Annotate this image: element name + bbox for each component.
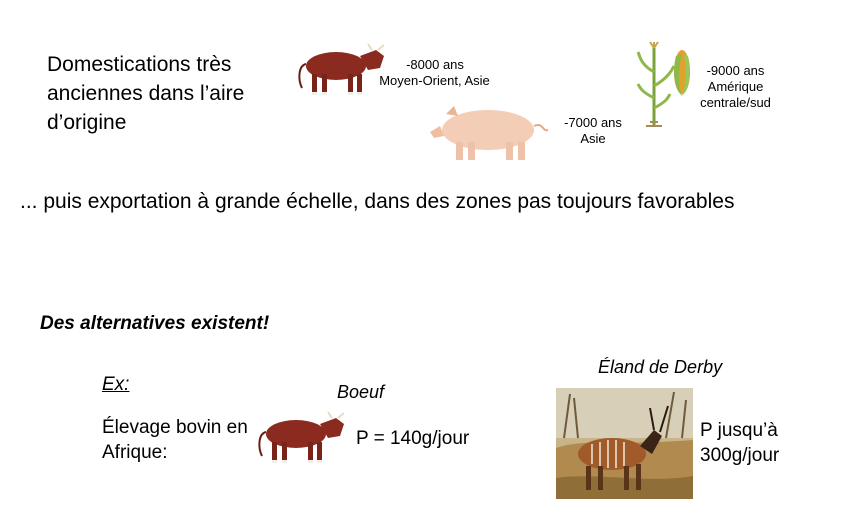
farming-text: Élevage bovin en Afrique: [102, 417, 248, 463]
export-text: ... puis exportation à grande échelle, d… [20, 190, 735, 213]
eland-production: P jusqu’à 300g/jour [700, 418, 779, 468]
eland-production-line1: P jusqu’à [700, 420, 778, 441]
eland-label: Éland de Derby [598, 357, 723, 377]
cow-top-years: -8000 ans [406, 57, 464, 72]
beef-label: Boeuf [337, 382, 385, 402]
pig-image [430, 106, 549, 160]
eland-photo [556, 388, 693, 499]
cow-top-region: Moyen-Orient, Asie [379, 73, 490, 88]
maize-region-line2: centrale/sud [700, 95, 771, 110]
beef-production: P = 140g/jour [356, 428, 470, 449]
eland-production-line2: 300g/jour [700, 445, 780, 466]
alternatives-heading: Des alternatives existent! [40, 313, 270, 334]
slide-title: Domestications très anciennes dans l’air… [47, 53, 245, 134]
maize-years: -9000 ans [706, 63, 765, 78]
pig-region: Asie [580, 131, 606, 146]
example-label: Ex: [102, 374, 130, 395]
maize-region-line1: Amérique [707, 79, 764, 94]
cow-bottom-image [258, 411, 345, 463]
pig-years: -7000 ans [564, 115, 622, 130]
